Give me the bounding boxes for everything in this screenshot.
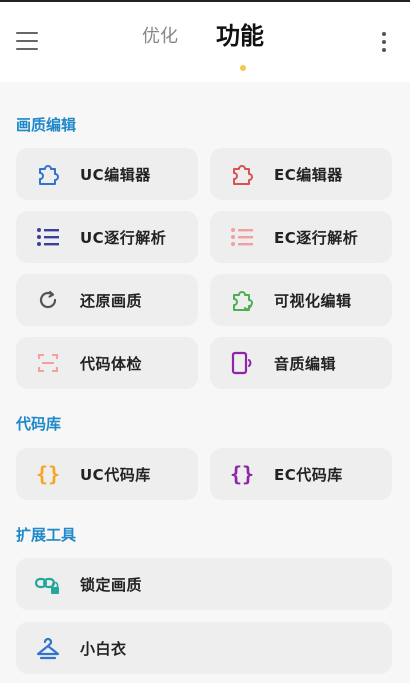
ec-line-parse-label: EC逐行解析	[274, 228, 359, 247]
refresh-icon	[16, 274, 80, 326]
top-app-bar: 优化 功能	[0, 0, 410, 82]
audio-edit-label: 音质编辑	[274, 354, 337, 373]
ec-code-library-button[interactable]: {} EC代码库	[210, 448, 392, 500]
uc-line-parse-button[interactable]: UC逐行解析	[16, 211, 198, 263]
section-title-quality-edit: 画质编辑	[16, 116, 77, 134]
restore-quality-label: 还原画质	[80, 291, 143, 310]
code-check-label: 代码体检	[80, 354, 143, 373]
uc-code-library-button[interactable]: {} UC代码库	[16, 448, 198, 500]
lock-quality-button[interactable]: 锁定画质	[16, 558, 392, 610]
list-icon	[210, 211, 274, 263]
tab-optimize[interactable]: 优化	[142, 22, 178, 48]
uc-code-library-label: UC代码库	[80, 465, 151, 484]
visual-edit-label: 可视化编辑	[274, 291, 352, 310]
link-lock-icon	[16, 558, 80, 610]
ec-editor-label: EC编辑器	[274, 165, 343, 184]
ec-editor-button[interactable]: EC编辑器	[210, 148, 392, 200]
active-tab-indicator	[240, 65, 246, 71]
more-vertical-icon[interactable]	[378, 32, 390, 52]
code-check-button[interactable]: 代码体检	[16, 337, 198, 389]
phone-audio-icon	[210, 337, 274, 389]
braces-icon: {}	[35, 462, 61, 486]
little-white-coat-button[interactable]: 小白衣	[16, 622, 392, 674]
uc-editor-label: UC编辑器	[80, 165, 151, 184]
little-white-coat-label: 小白衣	[80, 639, 127, 658]
ec-code-library-label: EC代码库	[274, 465, 343, 484]
uc-editor-button[interactable]: UC编辑器	[16, 148, 198, 200]
hamburger-menu-icon[interactable]	[16, 32, 40, 50]
tab-function[interactable]: 功能	[216, 16, 264, 51]
lock-quality-label: 锁定画质	[80, 575, 143, 594]
restore-quality-button[interactable]: 还原画质	[16, 274, 198, 326]
hanger-icon	[16, 622, 80, 674]
list-icon	[16, 211, 80, 263]
uc-line-parse-label: UC逐行解析	[80, 228, 167, 247]
section-title-extensions: 扩展工具	[16, 526, 77, 544]
puzzle-icon	[210, 148, 274, 200]
visual-edit-button[interactable]: 可视化编辑	[210, 274, 392, 326]
puzzle-check-icon	[210, 274, 274, 326]
section-title-code-library: 代码库	[16, 415, 62, 433]
scan-icon	[16, 337, 80, 389]
braces-icon: {}	[229, 462, 255, 486]
puzzle-icon	[16, 148, 80, 200]
audio-edit-button[interactable]: 音质编辑	[210, 337, 392, 389]
ec-line-parse-button[interactable]: EC逐行解析	[210, 211, 392, 263]
